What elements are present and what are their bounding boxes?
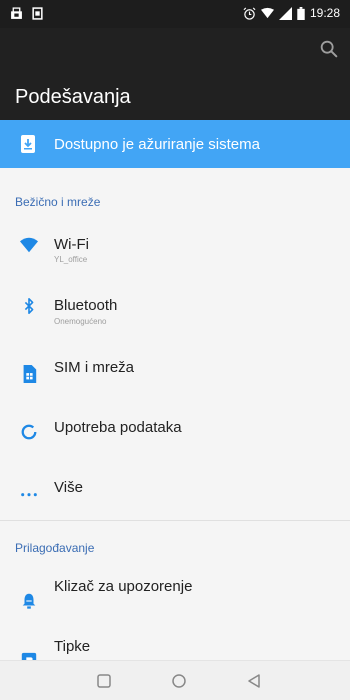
item-subtitle: Onemogućeno — [54, 317, 107, 326]
item-label: Wi-Fi — [54, 236, 89, 253]
settings-item-wifi[interactable]: Wi-Fi YL_office — [0, 225, 350, 285]
status-time: 19:28 — [309, 6, 340, 20]
system-update-banner[interactable]: Dostupno je ažuriranje sistema — [0, 120, 350, 168]
recents-icon[interactable] — [94, 671, 114, 691]
settings-item-data-usage[interactable]: Upotreba podataka — [0, 405, 350, 465]
item-label: Više — [54, 479, 83, 496]
page-title: Podešavanja — [15, 86, 131, 108]
item-label: Upotreba podataka — [54, 419, 182, 436]
item-label: Tipke — [54, 638, 91, 655]
item-label: SIM i mreža — [54, 359, 135, 376]
settings-item-more[interactable]: Više — [0, 465, 350, 525]
more-icon — [21, 493, 37, 497]
settings-item-sim[interactable]: SIM i mreža — [0, 345, 350, 405]
back-icon[interactable] — [244, 671, 264, 691]
section-header-customization: Prilagođavanje — [15, 541, 95, 555]
section-divider — [0, 520, 350, 521]
home-icon[interactable] — [169, 671, 189, 691]
item-label: Klizač za upozorenje — [54, 578, 193, 595]
battery-icon — [297, 6, 305, 20]
alert-slider-icon — [22, 593, 36, 609]
cell-signal-icon — [278, 6, 292, 20]
data-usage-icon — [21, 424, 37, 440]
system-navigation-bar — [0, 660, 350, 700]
system-update-icon — [21, 135, 35, 153]
settings-item-bluetooth[interactable]: Bluetooth Onemogućeno — [0, 285, 350, 345]
banner-text: Dostupno je ažuriranje sistema — [54, 135, 260, 153]
wifi-icon — [20, 237, 38, 253]
sim-card-icon — [23, 365, 37, 383]
section-header-wireless: Bežično i mreže — [15, 195, 101, 209]
item-subtitle: YL_office — [54, 255, 88, 264]
bluetooth-icon — [24, 297, 34, 315]
wifi-signal-icon — [260, 7, 274, 18]
alarm-icon — [243, 7, 256, 20]
item-label: Bluetooth — [54, 297, 118, 314]
status-bar: 19:28 — [0, 0, 350, 28]
notification-icon — [11, 7, 22, 19]
search-icon[interactable] — [318, 38, 340, 60]
app-toolbar: Podešavanja — [0, 28, 350, 120]
sim-notification-icon — [32, 7, 43, 20]
settings-item-alert-slider[interactable]: Klizač za upozorenje — [0, 570, 350, 630]
